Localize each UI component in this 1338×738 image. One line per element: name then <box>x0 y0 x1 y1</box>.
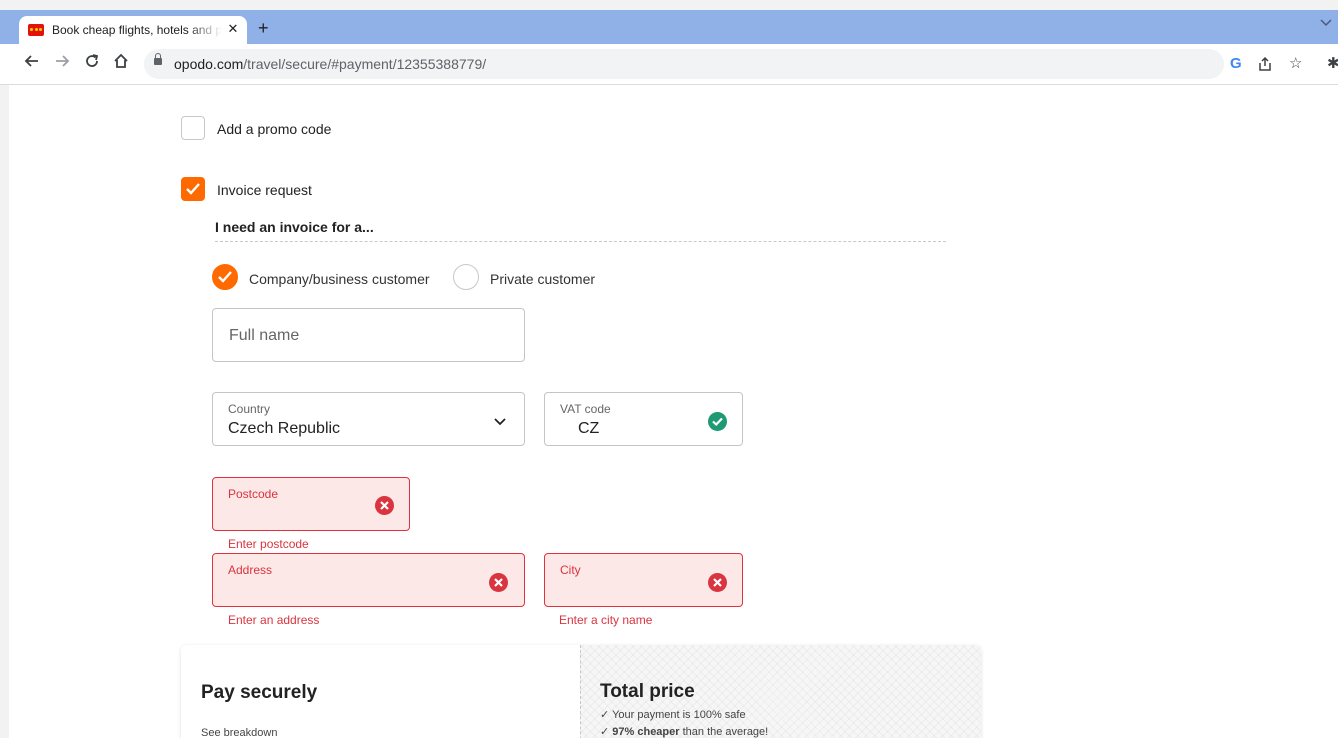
vat-code-label: VAT code <box>560 402 611 416</box>
error-icon <box>375 496 394 515</box>
new-tab-button[interactable]: + <box>258 18 269 38</box>
safe-payment-note: ✓ Your payment is 100% safe <box>600 709 746 721</box>
postcode-error: Enter postcode <box>228 537 309 551</box>
star-icon[interactable]: ☆ <box>1289 53 1302 75</box>
address-field[interactable]: Address <box>212 553 525 607</box>
invoice-request-checkbox[interactable] <box>181 177 205 201</box>
country-select[interactable]: Country Czech Republic <box>212 392 525 446</box>
error-icon <box>489 573 508 592</box>
country-label: Country <box>228 402 271 416</box>
country-value: Czech Republic <box>228 420 341 437</box>
tab-close-icon[interactable]: ✕ <box>225 21 241 37</box>
extensions-icon[interactable]: ✱ <box>1327 53 1338 75</box>
private-customer-radio[interactable] <box>453 264 479 290</box>
promo-code-checkbox[interactable] <box>181 116 205 140</box>
address-error: Enter an address <box>228 613 320 627</box>
company-customer-label[interactable]: Company/business customer <box>249 271 430 287</box>
tab-title: Book cheap flights, hotels and pa <box>52 23 222 37</box>
checkmark-icon <box>218 271 232 283</box>
lock-icon[interactable] <box>154 53 162 65</box>
share-icon[interactable] <box>1257 53 1273 79</box>
back-icon[interactable] <box>21 53 43 75</box>
google-icon[interactable]: G <box>1230 53 1242 75</box>
invoice-request-label[interactable]: Invoice request <box>217 182 312 198</box>
city-error: Enter a city name <box>559 613 653 627</box>
home-icon[interactable] <box>110 53 132 75</box>
browser-tab-strip: Book cheap flights, hotels and pa ✕ + <box>0 10 1338 44</box>
valid-check-icon <box>708 412 727 431</box>
payment-summary-card: Pay securely See breakdown Total price ✓… <box>181 645 981 738</box>
pay-securely-title: Pay securely <box>201 682 318 703</box>
opodo-favicon-icon <box>28 24 44 36</box>
chevron-down-icon[interactable] <box>494 413 506 431</box>
error-icon <box>708 573 727 592</box>
divider <box>215 241 946 242</box>
url-text: opodo.com/travel/secure/#payment/1235538… <box>174 56 487 72</box>
address-label: Address <box>228 563 273 577</box>
full-name-field[interactable]: Full name <box>212 308 525 362</box>
tab-search-chevron-icon[interactable] <box>1320 16 1332 30</box>
forward-icon[interactable] <box>51 53 73 75</box>
address-bar[interactable]: opodo.com/travel/secure/#payment/1235538… <box>144 49 1224 79</box>
postcode-label: Postcode <box>228 487 279 501</box>
private-customer-label[interactable]: Private customer <box>490 271 595 287</box>
invoice-subheading: I need an invoice for a... <box>215 219 374 235</box>
promo-code-label[interactable]: Add a promo code <box>217 121 331 137</box>
browser-tab[interactable]: Book cheap flights, hotels and pa ✕ <box>19 16 247 44</box>
vat-code-field[interactable]: VAT code CZ <box>544 392 743 446</box>
company-customer-radio[interactable] <box>212 264 238 290</box>
cheaper-note: ✓ 97% cheaper than the average! <box>600 726 769 738</box>
browser-toolbar: opodo.com/travel/secure/#payment/1235538… <box>0 44 1338 85</box>
payment-page: Add a promo code Invoice request I need … <box>9 85 1338 738</box>
city-field[interactable]: City <box>544 553 743 607</box>
see-breakdown-link[interactable]: See breakdown <box>201 727 277 738</box>
postcode-field[interactable]: Postcode <box>212 477 410 531</box>
city-label: City <box>560 563 581 577</box>
vat-code-value: CZ <box>578 420 600 437</box>
checkmark-icon <box>186 183 200 195</box>
full-name-placeholder: Full name <box>229 327 300 344</box>
reload-icon[interactable] <box>81 53 103 75</box>
total-price-title: Total price <box>600 681 695 702</box>
total-price-panel: Total price ✓ Your payment is 100% safe … <box>580 645 981 738</box>
